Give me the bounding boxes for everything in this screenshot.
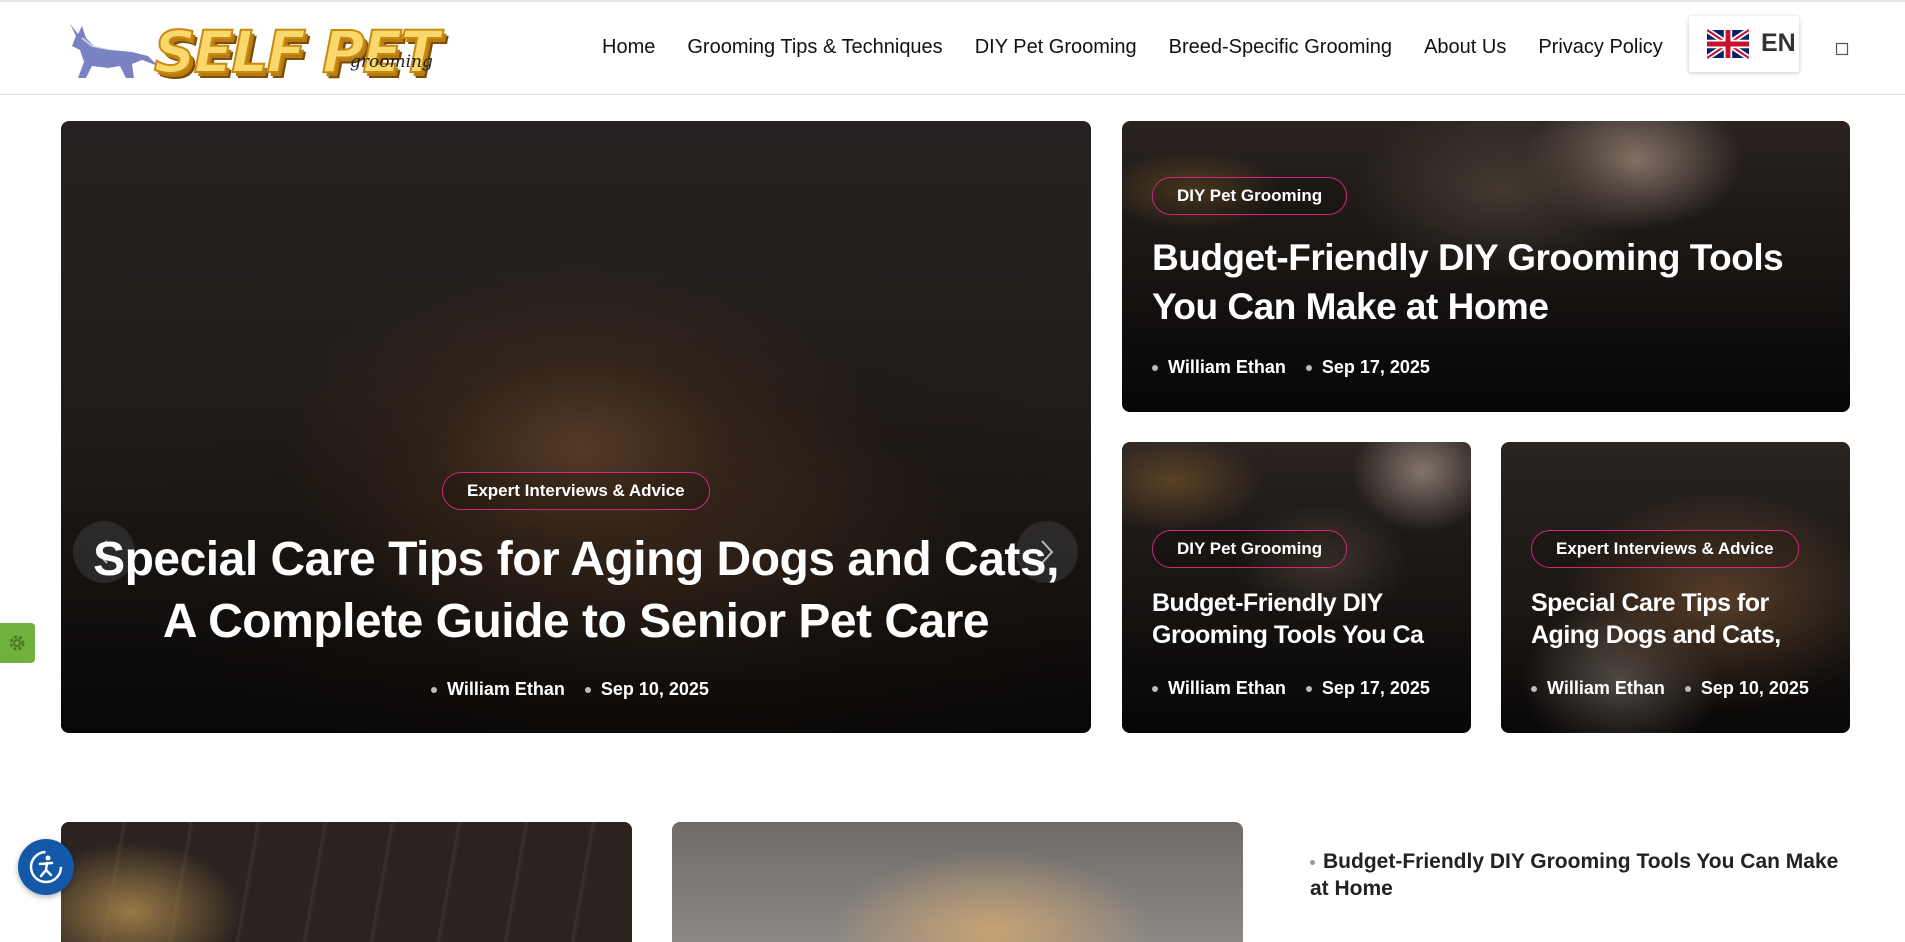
featured-card-top-meta: William Ethan Sep 17, 2025 <box>1152 357 1430 378</box>
search-icon[interactable] <box>1835 42 1849 56</box>
meta-dot-icon <box>1305 364 1312 371</box>
featured-card-small-2-meta: William Ethan Sep 10, 2025 <box>1531 678 1809 699</box>
gear-icon <box>9 635 25 651</box>
language-switcher[interactable]: EN <box>1689 16 1799 72</box>
sidebar-post-title[interactable]: Budget-Friendly DIY Grooming Tools You C… <box>1310 850 1838 900</box>
featured-card-small-2-title[interactable]: Special Care Tips for Aging Dogs and Cat… <box>1531 587 1831 651</box>
site-logo[interactable]: SELF PET grooming <box>62 14 482 87</box>
meta-dot-icon <box>1531 685 1537 692</box>
featured-card-small-1-badge[interactable]: DIY Pet Grooming <box>1152 530 1348 568</box>
hero-slider-card[interactable]: Expert Interviews & Advice Special Care … <box>61 121 1091 733</box>
meta-dot-icon <box>1305 685 1312 692</box>
meta-dot-icon <box>1152 364 1158 371</box>
featured-card-top-title[interactable]: Budget-Friendly DIY Grooming Tools You C… <box>1152 233 1812 331</box>
hero-title[interactable]: Special Care Tips for Aging Dogs and Cat… <box>81 529 1071 653</box>
accessibility-icon <box>29 850 63 884</box>
meta-dot-icon <box>1684 685 1691 692</box>
meta-dot-icon <box>431 686 437 693</box>
featured-card-top-date: Sep 17, 2025 <box>1321 357 1430 377</box>
meta-dot-icon <box>584 686 591 693</box>
nav-item-breed-specific[interactable]: Breed-Specific Grooming <box>1169 36 1392 66</box>
featured-card-small-1[interactable]: DIY Pet Grooming Budget-Friendly DIY Gro… <box>1122 442 1471 733</box>
language-code: EN <box>1761 29 1796 57</box>
bullet-icon <box>1310 859 1315 865</box>
hero-category-badge[interactable]: Expert Interviews & Advice <box>442 472 710 510</box>
uk-flag-icon <box>1707 29 1749 59</box>
nav-item-home[interactable]: Home <box>602 36 655 66</box>
nav-item-about-us[interactable]: About Us <box>1424 36 1506 66</box>
post-card-thumb-2-image <box>672 822 1243 942</box>
featured-card-small-2[interactable]: Expert Interviews & Advice Special Care … <box>1501 442 1850 733</box>
featured-card-small-1-date: Sep 17, 2025 <box>1321 678 1430 698</box>
site-header: SELF PET grooming Home Grooming Tips & T… <box>0 2 1905 95</box>
featured-card-top-badge[interactable]: DIY Pet Grooming <box>1152 177 1348 215</box>
nav-item-privacy-policy[interactable]: Privacy Policy <box>1538 36 1662 66</box>
dog-logo-icon <box>70 24 158 78</box>
logo-subtext: grooming <box>350 52 433 72</box>
main-nav: Home Grooming Tips & Techniques DIY Pet … <box>602 36 1695 66</box>
hero-author[interactable]: William Ethan <box>447 679 565 700</box>
featured-card-small-2-date: Sep 10, 2025 <box>1700 678 1809 698</box>
featured-card-small-2-author[interactable]: William Ethan <box>1547 678 1665 699</box>
hero-meta: William Ethan Sep 10, 2025 <box>431 679 709 700</box>
post-card-thumb-2[interactable] <box>672 822 1243 942</box>
post-card-thumb-1-image <box>61 822 632 942</box>
featured-card-top-author[interactable]: William Ethan <box>1168 357 1286 378</box>
settings-tab[interactable] <box>0 623 35 663</box>
nav-item-diy-pet-grooming[interactable]: DIY Pet Grooming <box>975 36 1137 66</box>
featured-card-small-1-author[interactable]: William Ethan <box>1168 678 1286 699</box>
hero-date: Sep 10, 2025 <box>600 679 709 699</box>
nav-item-grooming-tips[interactable]: Grooming Tips & Techniques <box>687 36 942 66</box>
sidebar-post-link[interactable]: Budget-Friendly DIY Grooming Tools You C… <box>1310 848 1850 902</box>
meta-dot-icon <box>1152 685 1158 692</box>
featured-card-small-2-badge[interactable]: Expert Interviews & Advice <box>1531 530 1799 568</box>
featured-card-small-1-title[interactable]: Budget-Friendly DIY Grooming Tools You C… <box>1152 587 1452 651</box>
featured-card-top[interactable]: DIY Pet Grooming Budget-Friendly DIY Gro… <box>1122 121 1850 412</box>
featured-card-small-1-meta: William Ethan Sep 17, 2025 <box>1152 678 1430 699</box>
accessibility-button[interactable] <box>18 839 74 895</box>
post-card-thumb-1[interactable] <box>61 822 632 942</box>
